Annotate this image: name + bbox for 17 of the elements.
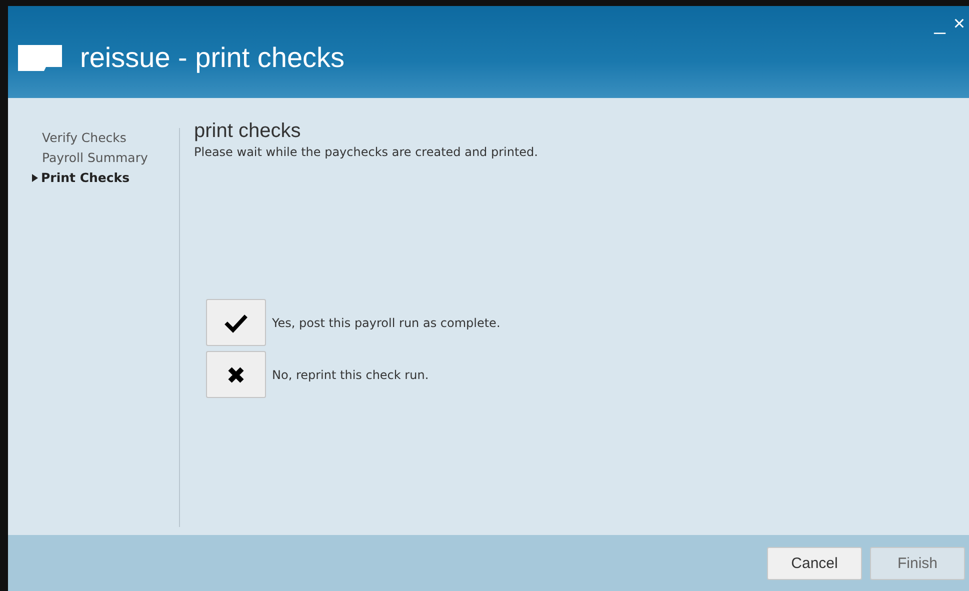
- wizard-step[interactable]: Verify Checks: [32, 128, 179, 148]
- window-title: reissue - print checks: [80, 42, 345, 74]
- option-label: No, reprint this check run.: [272, 368, 429, 382]
- page-heading: print checks: [194, 120, 302, 143]
- option-label: Yes, post this payroll run as complete.: [272, 316, 500, 330]
- reject-button[interactable]: [206, 351, 266, 398]
- checkmark-icon: [224, 312, 248, 332]
- logo-icon: [16, 45, 64, 71]
- pointer-icon: [32, 174, 38, 182]
- wizard-step[interactable]: Print Checks: [32, 168, 179, 188]
- close-icon: [227, 366, 245, 384]
- wizard-step[interactable]: Payroll Summary: [32, 148, 179, 168]
- minimize-button[interactable]: _: [934, 12, 946, 36]
- cancel-button[interactable]: Cancel: [767, 546, 862, 580]
- status-message: Please wait while the paychecks are created and printed.: [194, 145, 539, 159]
- close-button[interactable]: ×: [953, 12, 965, 36]
- confirm-button[interactable]: [206, 299, 266, 346]
